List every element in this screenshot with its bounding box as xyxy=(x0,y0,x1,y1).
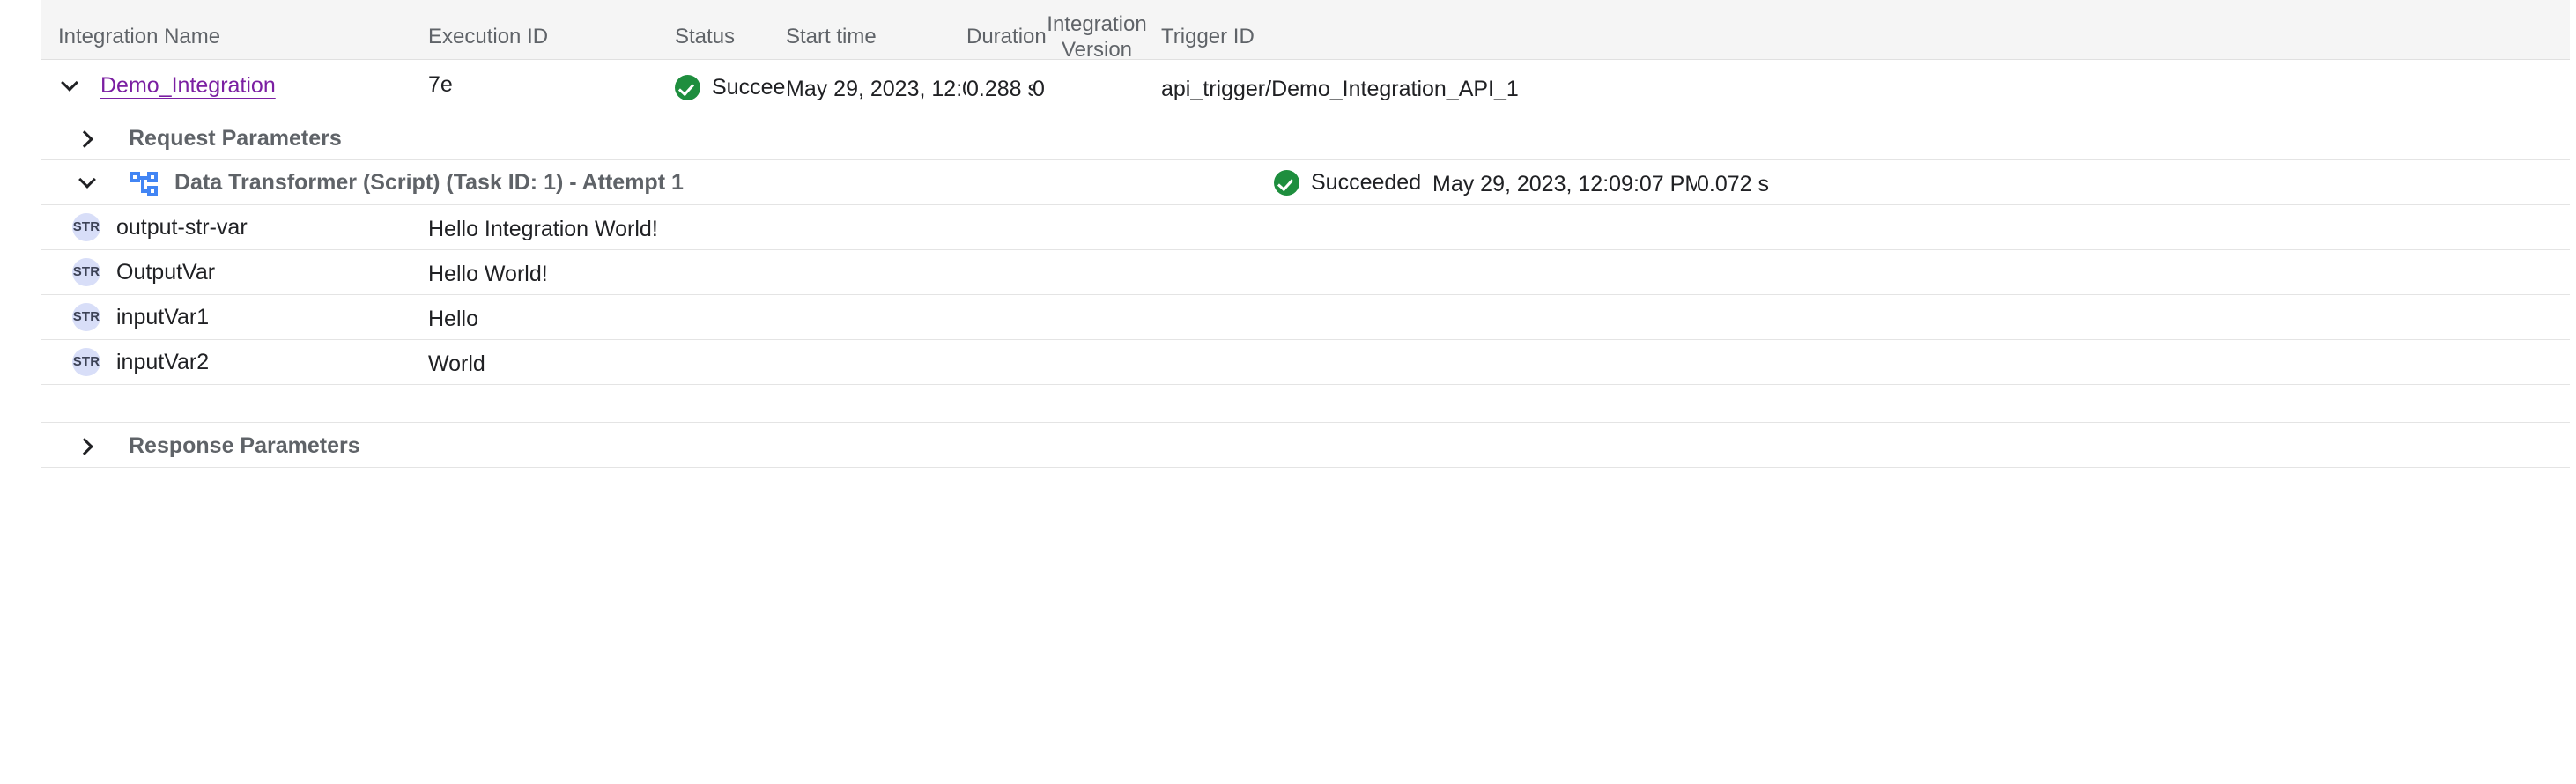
variable-row: STR OutputVar Hello World! xyxy=(41,250,2570,295)
variable-row: STR inputVar2 World xyxy=(41,340,2570,385)
integration-name-link[interactable]: Demo_Integration xyxy=(100,72,276,99)
variable-row: STR output-str-var Hello Integration Wor… xyxy=(41,205,2570,250)
type-badge-string: STR xyxy=(72,348,100,376)
execution-id-fragment-start: 7e xyxy=(428,72,453,97)
variable-name: output-str-var xyxy=(116,214,248,240)
column-header-start-time[interactable]: Start time xyxy=(786,0,966,50)
variable-name: inputVar1 xyxy=(116,304,209,330)
type-badge-string: STR xyxy=(72,303,100,331)
type-badge-string: STR xyxy=(72,258,100,286)
column-header-duration[interactable]: Duration xyxy=(966,0,1033,50)
spacer-row xyxy=(41,385,2570,423)
execution-status-cell: Succeeded xyxy=(675,60,786,100)
execution-row[interactable]: Demo_Integration 7e6- cd Succeeded May 2… xyxy=(41,60,2570,115)
variable-value: Hello World! xyxy=(428,250,2190,287)
task-start-time: May 29, 2023, 12:09:07 PM xyxy=(1432,160,1697,197)
task-status-text: Succeeded xyxy=(1311,169,1421,196)
column-header-trigger-id[interactable]: Trigger ID xyxy=(1161,0,2130,50)
column-header-integration-name[interactable]: Integration Name xyxy=(41,0,428,50)
column-header-execution-id[interactable]: Execution ID xyxy=(428,0,675,50)
task-duration: 0.072 s xyxy=(1697,160,1873,197)
column-header-integration-version[interactable]: Integration Version xyxy=(1033,0,1161,63)
execution-start-time: May 29, 2023, 12:09:07 PM xyxy=(786,60,966,102)
execution-integration-version: 0 xyxy=(1033,60,1161,102)
task-chevron-down-icon[interactable] xyxy=(76,171,99,194)
variable-value: World xyxy=(428,340,2190,377)
variable-value: Hello Integration World! xyxy=(428,205,2190,242)
chevron-down-icon[interactable] xyxy=(58,74,81,97)
variable-name: inputVar2 xyxy=(116,349,209,375)
response-parameters-row[interactable]: Response Parameters xyxy=(41,423,2570,468)
chevron-right-icon[interactable] xyxy=(76,127,99,150)
request-parameters-label: Request Parameters xyxy=(129,125,342,152)
column-header-status[interactable]: Status xyxy=(675,0,786,50)
check-circle-icon xyxy=(675,75,700,100)
data-transformer-icon xyxy=(129,167,159,197)
variable-name: OutputVar xyxy=(116,259,215,285)
task-row[interactable]: Data Transformer (Script) (Task ID: 1) -… xyxy=(41,160,2570,205)
type-badge-string: STR xyxy=(72,213,100,241)
task-check-circle-icon xyxy=(1274,170,1299,196)
execution-logs-table: Integration Name Execution ID Status Sta… xyxy=(41,0,2570,468)
execution-trigger-id: api_trigger/Demo_Integration_API_1 xyxy=(1161,60,2130,102)
variable-value: Hello xyxy=(428,295,2190,332)
execution-status-text: Succeeded xyxy=(712,74,786,100)
variable-row: STR inputVar1 Hello xyxy=(41,295,2570,340)
response-parameters-label: Response Parameters xyxy=(129,433,360,459)
task-label: Data Transformer (Script) (Task ID: 1) -… xyxy=(174,169,684,196)
request-parameters-row[interactable]: Request Parameters xyxy=(41,115,2570,160)
response-chevron-right-icon[interactable] xyxy=(76,434,99,457)
table-header-row: Integration Name Execution ID Status Sta… xyxy=(41,0,2570,60)
task-status-cell: Succeeded xyxy=(1274,160,1432,196)
execution-duration: 0.288 s xyxy=(966,60,1033,102)
